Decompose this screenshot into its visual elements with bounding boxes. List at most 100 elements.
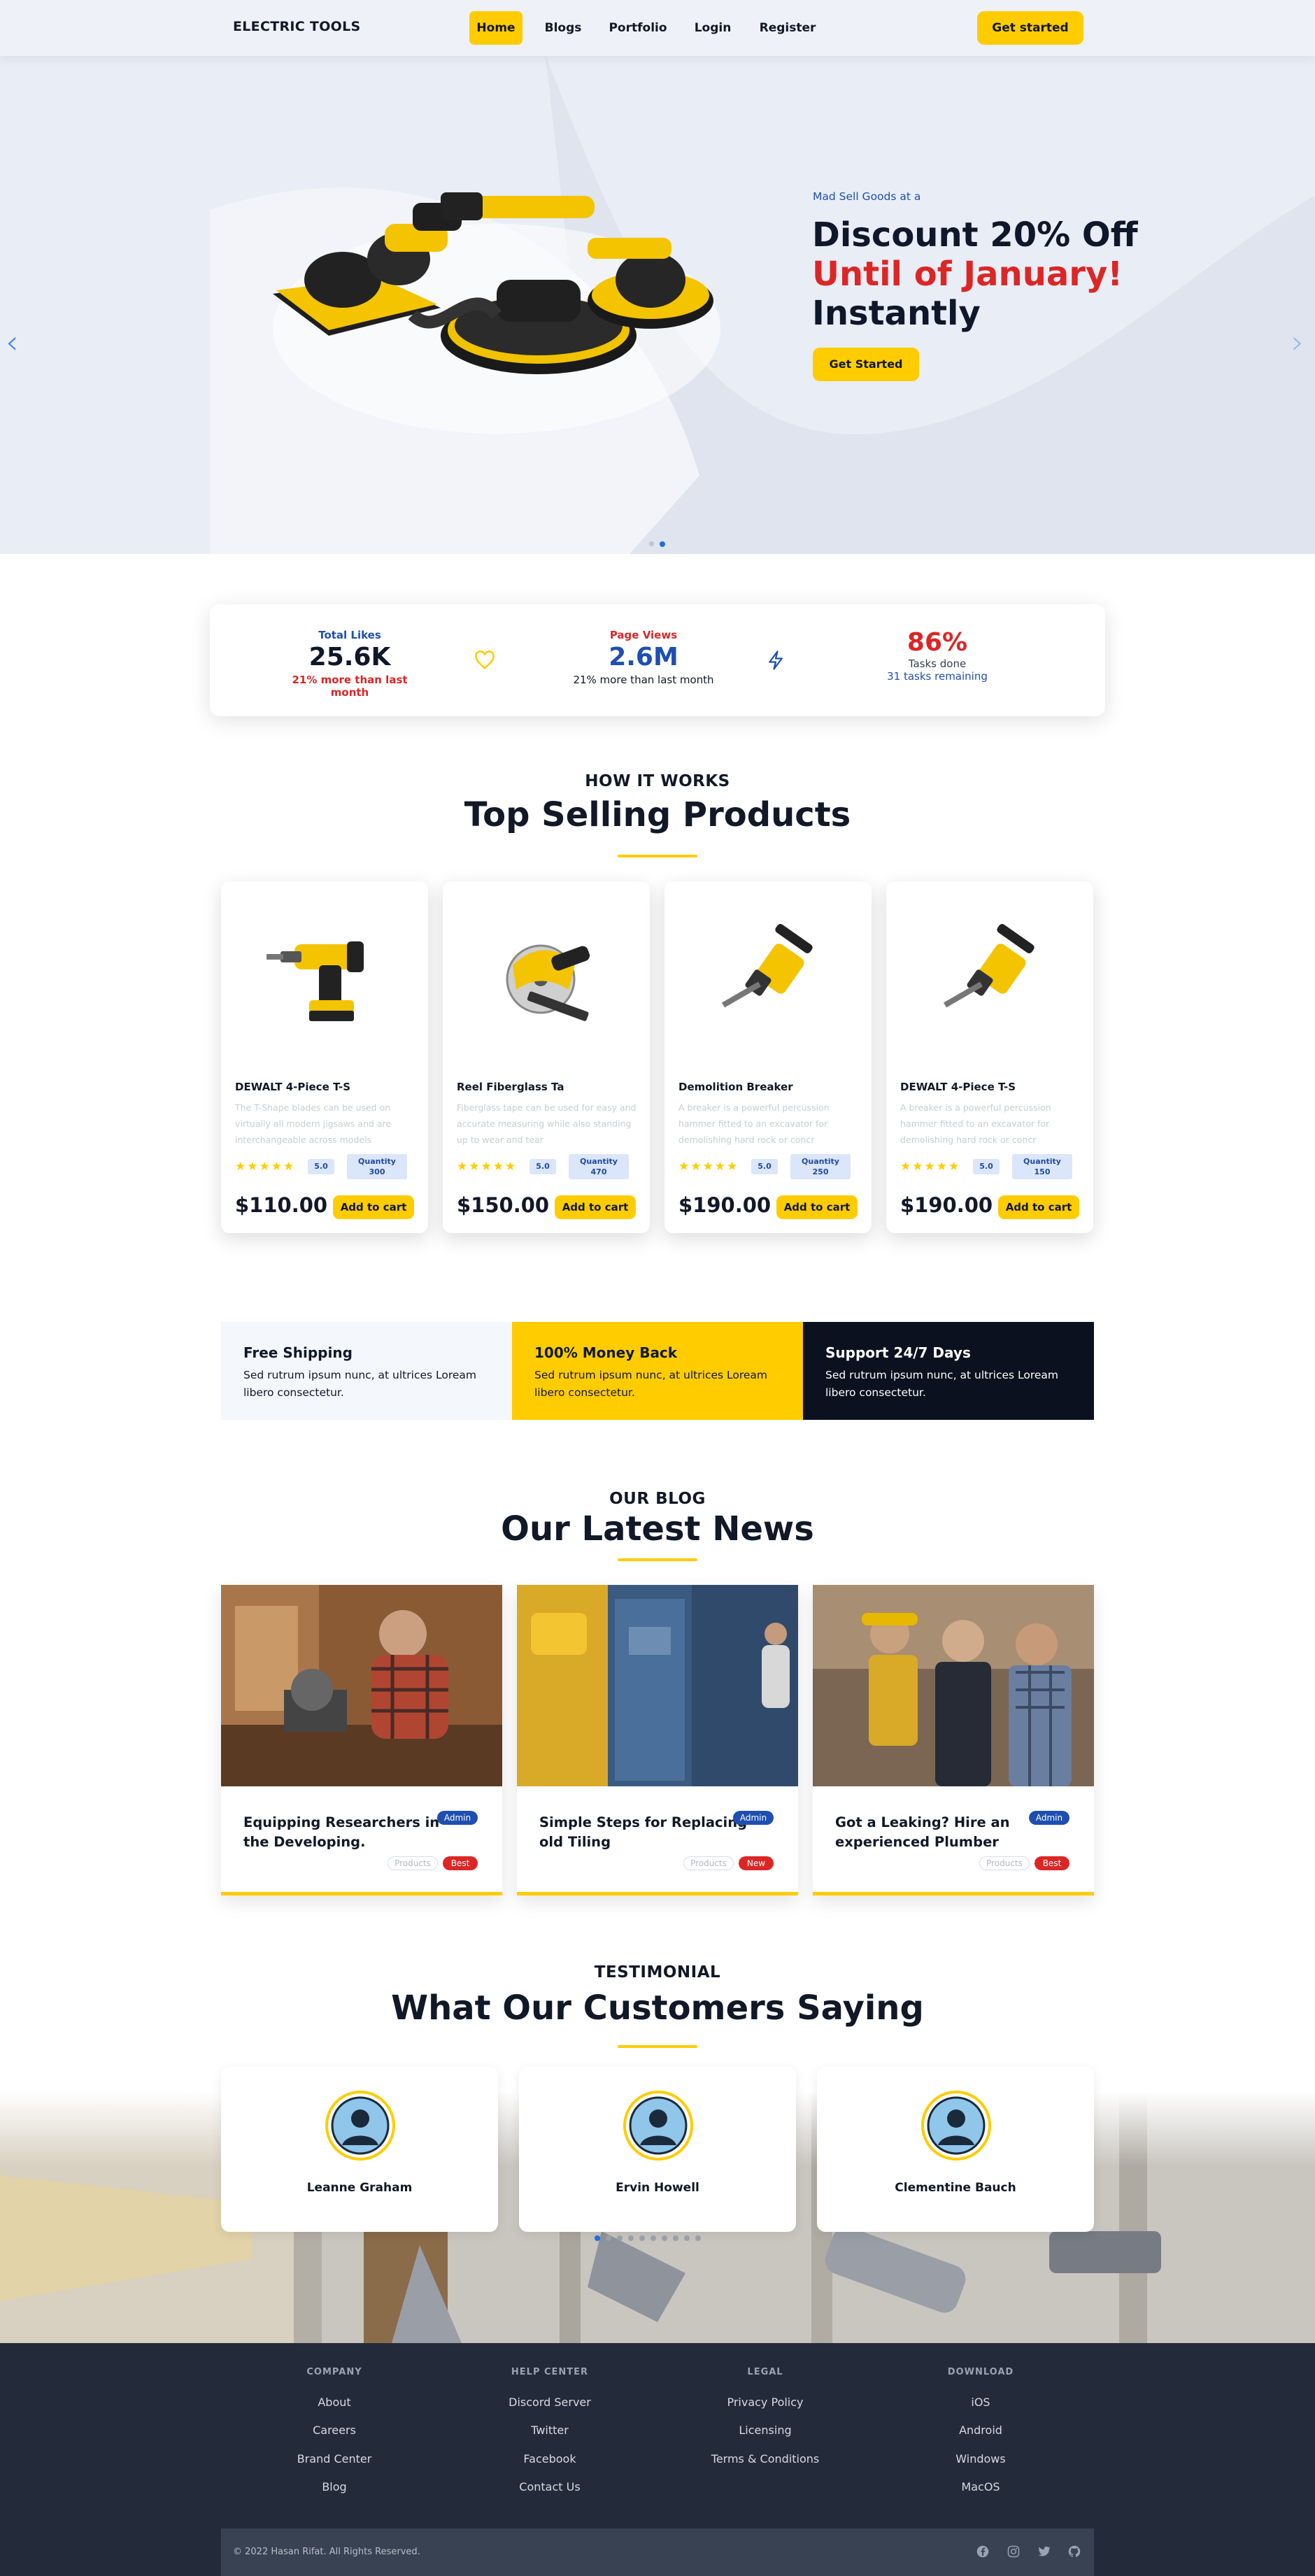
stat-sub: Tasks done (908, 657, 967, 670)
pagination-dot[interactable] (617, 2235, 623, 2241)
pagination-dot[interactable] (639, 2235, 645, 2241)
testimonial-name: Leanne Graham (306, 2181, 413, 2195)
product-description: A breaker is a powerful percussion hamme… (678, 1102, 830, 1145)
get-started-button[interactable]: Get started (977, 11, 1083, 45)
nav-home[interactable]: Home (469, 11, 523, 45)
product-description: Fiberglass tape can be used for easy and… (457, 1102, 637, 1145)
products-title-underline (618, 855, 697, 858)
hero-product-image (273, 192, 720, 434)
footer-link-brand-center[interactable]: Brand Center (257, 2452, 411, 2465)
stat-value: 86% (907, 628, 968, 657)
testimonial-name: Clementine Bauch (895, 2181, 1016, 2195)
blog-card[interactable]: Equipping Researchers in the Developing.… (221, 1585, 502, 1895)
product-name[interactable]: DEWALT 4-Piece T-S (235, 1081, 350, 1093)
twitter-icon[interactable] (1038, 2546, 1051, 2557)
product-name[interactable]: DEWALT 4-Piece T-S (900, 1081, 1016, 1093)
quantity-label: Quantity (580, 1157, 618, 1166)
footer-link-contact[interactable]: Contact Us (473, 2480, 627, 2493)
quantity-badge: Quantity 150 (1012, 1154, 1072, 1179)
facebook-icon[interactable] (976, 2545, 989, 2558)
pagination-dot[interactable] (695, 2235, 701, 2241)
slider-dot-2[interactable] (660, 541, 665, 547)
footer-heading-download: DOWNLOAD (947, 2367, 1014, 2377)
category-tag[interactable]: Products (683, 1856, 734, 1870)
testimonial-name: Ervin Howell (616, 2181, 699, 2195)
hero-get-started-button[interactable]: Get Started (813, 348, 919, 381)
footer-link-discord[interactable]: Discord Server (473, 2396, 627, 2409)
blog-card-title[interactable]: Simple Steps for Replacing old Tiling (539, 1813, 749, 1852)
github-icon[interactable] (1068, 2545, 1081, 2558)
product-price: $150.00 (457, 1193, 550, 1217)
blog-card-title[interactable]: Equipping Researchers in the Developing. (243, 1813, 453, 1852)
product-card[interactable]: Reel Fiberglass Ta Fiberglass tape can b… (443, 881, 650, 1233)
product-card[interactable]: DEWALT 4-Piece T-S The T-Shape blades ca… (221, 881, 428, 1233)
pagination-dot[interactable] (673, 2235, 678, 2241)
label-tag[interactable]: Best (443, 1856, 478, 1870)
testimonial-title-underline (618, 2045, 697, 2048)
add-to-cart-button[interactable]: Add to cart (333, 1195, 414, 1219)
footer-link-macos[interactable]: MacOS (904, 2480, 1058, 2493)
product-price: $190.00 (900, 1193, 993, 1217)
stat-label: Page Views (609, 629, 678, 641)
hero-prev-arrow[interactable]: ‹ (6, 323, 18, 361)
footer-link-about[interactable]: About (257, 2396, 411, 2409)
testimonial-card: Clementine Bauch (817, 2067, 1094, 2232)
footer-link-careers[interactable]: Careers (257, 2424, 411, 2437)
stat-sub2: 31 tasks remaining (887, 670, 988, 683)
category-tag[interactable]: Products (388, 1856, 438, 1870)
blog-card-title[interactable]: Got a Leaking? Hire an experienced Plumb… (835, 1813, 1045, 1852)
testimonial-pagination (595, 2235, 720, 2241)
product-name[interactable]: Reel Fiberglass Ta (457, 1081, 564, 1093)
footer-link-privacy[interactable]: Privacy Policy (688, 2396, 842, 2409)
nav-login[interactable]: Login (688, 11, 737, 45)
rating-badge: 5.0 (973, 1159, 1000, 1174)
pagination-dot[interactable] (595, 2235, 600, 2241)
footer-link-windows[interactable]: Windows (904, 2452, 1058, 2465)
footer-link-licensing[interactable]: Licensing (688, 2424, 842, 2437)
footer-link-android[interactable]: Android (904, 2424, 1058, 2437)
label-tag[interactable]: Best (1035, 1856, 1069, 1870)
hero-heading-line3: Instantly (812, 294, 981, 333)
label-tag[interactable]: New (739, 1856, 774, 1870)
rating-badge: 5.0 (308, 1159, 334, 1174)
footer-link-ios[interactable]: iOS (904, 2396, 1058, 2409)
pagination-dot[interactable] (628, 2235, 634, 2241)
stats-panel: Total Likes 25.6K 21% more than last mon… (210, 604, 1105, 716)
blog-card[interactable]: Got a Leaking? Hire an experienced Plumb… (813, 1585, 1094, 1895)
nav-blogs[interactable]: Blogs (539, 11, 588, 45)
nav-portfolio[interactable]: Portfolio (604, 11, 671, 45)
slider-dot-1[interactable] (649, 541, 654, 546)
add-to-cart-button[interactable]: Add to cart (776, 1195, 858, 1219)
product-price: $110.00 (235, 1193, 328, 1217)
pagination-dot[interactable] (606, 2235, 611, 2241)
blog-card[interactable]: Simple Steps for Replacing old Tiling Ad… (517, 1585, 798, 1895)
stat-total-likes: Total Likes 25.6K 21% more than last mon… (273, 629, 427, 699)
category-tag[interactable]: Products (979, 1856, 1030, 1870)
pagination-dot[interactable] (651, 2235, 656, 2241)
hero-slider: ‹ › Mad Sell Goods at a Discount 20% Off… (0, 56, 1315, 554)
add-to-cart-button[interactable]: Add to cart (998, 1195, 1079, 1219)
stat-value: 2.6M (609, 643, 678, 671)
add-to-cart-button[interactable]: Add to cart (555, 1195, 636, 1219)
footer-link-twitter[interactable]: Twitter (473, 2424, 627, 2437)
rating-badge: 5.0 (529, 1159, 556, 1174)
footer-link-terms[interactable]: Terms & Conditions (688, 2452, 842, 2465)
instagram-icon[interactable] (1007, 2545, 1020, 2558)
bolt-icon (769, 650, 783, 670)
hero-next-arrow[interactable]: › (1291, 323, 1304, 361)
product-description: The T-Shape blades can be used on virtua… (235, 1102, 392, 1145)
footer-link-blog[interactable]: Blog (257, 2480, 411, 2493)
footer-link-facebook[interactable]: Facebook (473, 2452, 627, 2465)
testimonial-title: What Our Customers Saying (391, 1988, 924, 2028)
brand-logo[interactable]: ELECTRIC TOOLS (233, 19, 360, 34)
footer-heading-company: COMPANY (306, 2367, 362, 2377)
blog-image-workshop (221, 1585, 502, 1786)
avatar (921, 2091, 991, 2161)
pagination-dot[interactable] (662, 2235, 667, 2241)
product-card[interactable]: Demolition Breaker A breaker is a powerf… (664, 881, 872, 1233)
stat-label: Total Likes (318, 629, 381, 641)
nav-register[interactable]: Register (755, 11, 820, 45)
pagination-dot[interactable] (684, 2235, 690, 2241)
product-card[interactable]: DEWALT 4-Piece T-S A breaker is a powerf… (886, 881, 1093, 1233)
product-name[interactable]: Demolition Breaker (678, 1081, 793, 1093)
